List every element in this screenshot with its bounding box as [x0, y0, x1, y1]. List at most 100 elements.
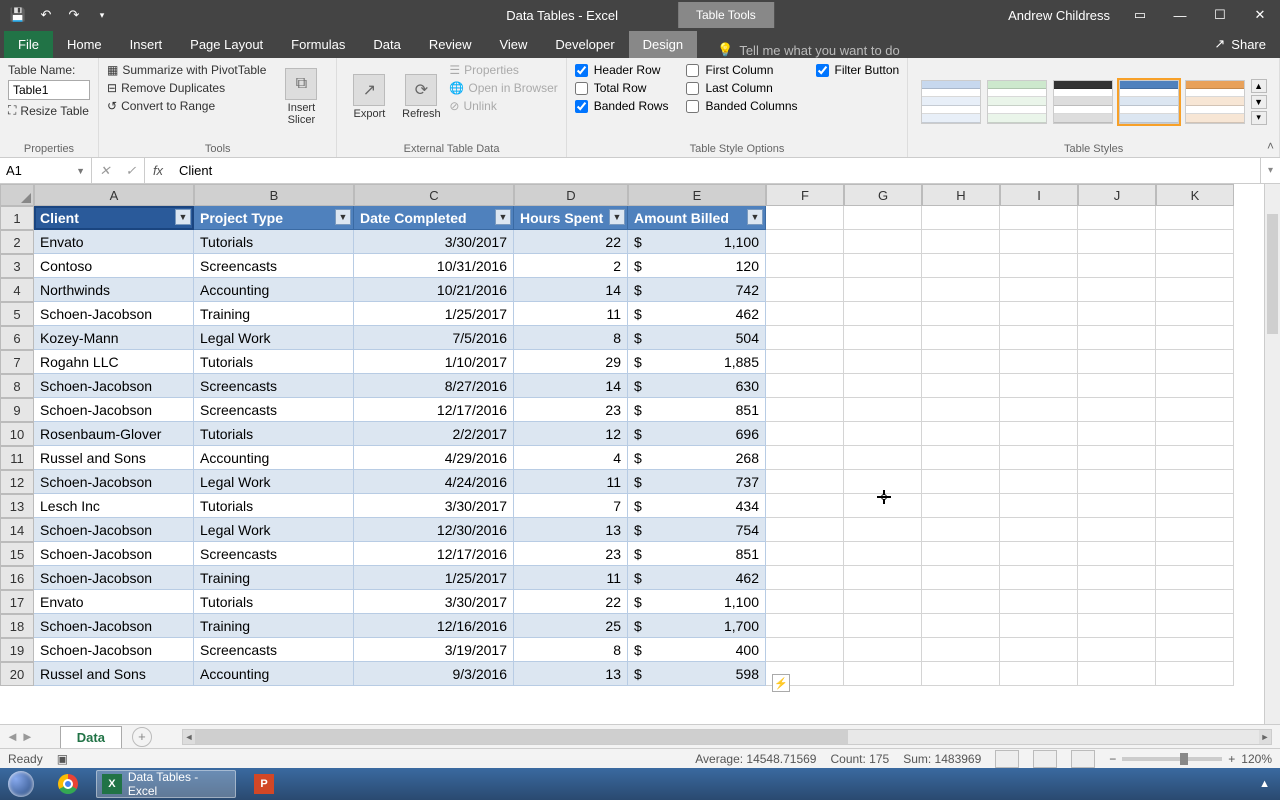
table-cell[interactable]: Tutorials	[194, 230, 354, 254]
empty-cell[interactable]	[1000, 590, 1078, 614]
taskbar-chrome[interactable]	[44, 770, 92, 798]
empty-cell[interactable]	[1078, 638, 1156, 662]
table-cell[interactable]: 12/17/2016	[354, 398, 514, 422]
cancel-formula-icon[interactable]: ✕	[92, 163, 118, 179]
empty-cell[interactable]	[766, 590, 844, 614]
table-cell[interactable]: 23	[514, 542, 628, 566]
banded-rows-checkbox[interactable]: Banded Rows	[575, 98, 669, 114]
empty-cell[interactable]	[766, 470, 844, 494]
table-cell[interactable]: Schoen-Jacobson	[34, 470, 194, 494]
table-cell[interactable]: 8	[514, 638, 628, 662]
table-cell[interactable]: $851	[628, 398, 766, 422]
table-cell[interactable]: 12/16/2016	[354, 614, 514, 638]
empty-cell[interactable]	[844, 302, 922, 326]
close-icon[interactable]: ✕	[1240, 0, 1280, 30]
empty-cell[interactable]	[1078, 566, 1156, 590]
empty-cell[interactable]	[922, 566, 1000, 590]
name-box[interactable]: A1 ▼	[0, 158, 92, 183]
redo-icon[interactable]: ↷	[62, 3, 86, 27]
table-cell[interactable]: 8/27/2016	[354, 374, 514, 398]
column-header-B[interactable]: B	[194, 184, 354, 206]
row-header-6[interactable]: 6	[0, 326, 34, 350]
empty-cell[interactable]	[766, 446, 844, 470]
view-page-break-icon[interactable]	[1071, 750, 1095, 768]
table-cell[interactable]: $462	[628, 302, 766, 326]
row-header-14[interactable]: 14	[0, 518, 34, 542]
tab-page-layout[interactable]: Page Layout	[176, 31, 277, 58]
table-cell[interactable]: 29	[514, 350, 628, 374]
row-header-15[interactable]: 15	[0, 542, 34, 566]
empty-cell[interactable]	[766, 518, 844, 542]
styles-scroll-down-icon[interactable]: ▼	[1251, 95, 1267, 109]
start-button[interactable]	[0, 768, 42, 800]
empty-cell[interactable]	[766, 302, 844, 326]
empty-cell[interactable]	[1000, 254, 1078, 278]
table-cell[interactable]: Screencasts	[194, 638, 354, 662]
row-header-20[interactable]: 20	[0, 662, 34, 686]
empty-cell[interactable]	[844, 350, 922, 374]
collapse-ribbon-icon[interactable]: ˄	[1267, 139, 1274, 153]
column-header-J[interactable]: J	[1078, 184, 1156, 206]
table-cell[interactable]: Training	[194, 566, 354, 590]
column-header-D[interactable]: D	[514, 184, 628, 206]
table-cell[interactable]: Tutorials	[194, 590, 354, 614]
empty-cell[interactable]	[1156, 278, 1234, 302]
table-cell[interactable]: Accounting	[194, 662, 354, 686]
empty-cell[interactable]	[844, 518, 922, 542]
table-cell[interactable]: Envato	[34, 590, 194, 614]
table-cell[interactable]: 3/19/2017	[354, 638, 514, 662]
header-row-checkbox[interactable]: Header Row	[575, 62, 669, 78]
empty-cell[interactable]	[1078, 662, 1156, 686]
tab-review[interactable]: Review	[415, 31, 486, 58]
table-cell[interactable]: $696	[628, 422, 766, 446]
row-header-18[interactable]: 18	[0, 614, 34, 638]
tab-insert[interactable]: Insert	[116, 31, 177, 58]
row-header-13[interactable]: 13	[0, 494, 34, 518]
table-cell[interactable]: 12	[514, 422, 628, 446]
empty-cell[interactable]	[1156, 494, 1234, 518]
tab-developer[interactable]: Developer	[541, 31, 628, 58]
table-cell[interactable]: 1/25/2017	[354, 302, 514, 326]
row-header-2[interactable]: 2	[0, 230, 34, 254]
empty-cell[interactable]	[1156, 614, 1234, 638]
row-header-19[interactable]: 19	[0, 638, 34, 662]
table-cell[interactable]: 2	[514, 254, 628, 278]
table-cell[interactable]: Schoen-Jacobson	[34, 302, 194, 326]
empty-cell[interactable]	[1078, 326, 1156, 350]
empty-cell[interactable]	[1000, 614, 1078, 638]
empty-cell[interactable]	[766, 542, 844, 566]
summarize-pivot-button[interactable]: ▦Summarize with PivotTable	[107, 62, 266, 78]
zoom-out-icon[interactable]: −	[1109, 752, 1116, 766]
empty-cell[interactable]	[1078, 230, 1156, 254]
empty-cell[interactable]	[1078, 350, 1156, 374]
empty-cell[interactable]	[922, 350, 1000, 374]
save-icon[interactable]: 💾	[6, 3, 30, 27]
table-header-date-completed[interactable]: Date Completed▼	[354, 206, 514, 230]
table-cell[interactable]: 12/30/2016	[354, 518, 514, 542]
table-cell[interactable]: 22	[514, 590, 628, 614]
row-header-17[interactable]: 17	[0, 590, 34, 614]
sheet-nav-next-icon[interactable]: ►	[21, 729, 34, 744]
empty-cell[interactable]	[1000, 638, 1078, 662]
vertical-scrollbar[interactable]	[1264, 184, 1280, 724]
expand-formula-bar-icon[interactable]: ▾	[1260, 158, 1280, 183]
table-cell[interactable]: 7/5/2016	[354, 326, 514, 350]
empty-cell[interactable]	[844, 374, 922, 398]
empty-cell[interactable]	[922, 662, 1000, 686]
empty-cell[interactable]	[766, 638, 844, 662]
empty-cell[interactable]	[844, 398, 922, 422]
empty-cell[interactable]	[1156, 446, 1234, 470]
sheet-nav-prev-icon[interactable]: ◄	[6, 729, 19, 744]
empty-cell[interactable]	[1078, 302, 1156, 326]
tab-design[interactable]: Design	[629, 31, 697, 58]
table-cell[interactable]: $754	[628, 518, 766, 542]
empty-cell[interactable]	[1156, 302, 1234, 326]
table-cell[interactable]: 2/2/2017	[354, 422, 514, 446]
table-styles-gallery[interactable]: ▲ ▼ ▾	[921, 79, 1267, 125]
table-cell[interactable]: Tutorials	[194, 350, 354, 374]
table-cell[interactable]: Russel and Sons	[34, 446, 194, 470]
convert-range-button[interactable]: ↺Convert to Range	[107, 98, 266, 114]
view-page-layout-icon[interactable]	[1033, 750, 1057, 768]
table-header-amount-billed[interactable]: Amount Billed▼	[628, 206, 766, 230]
system-tray[interactable]: ▲	[1249, 778, 1280, 790]
